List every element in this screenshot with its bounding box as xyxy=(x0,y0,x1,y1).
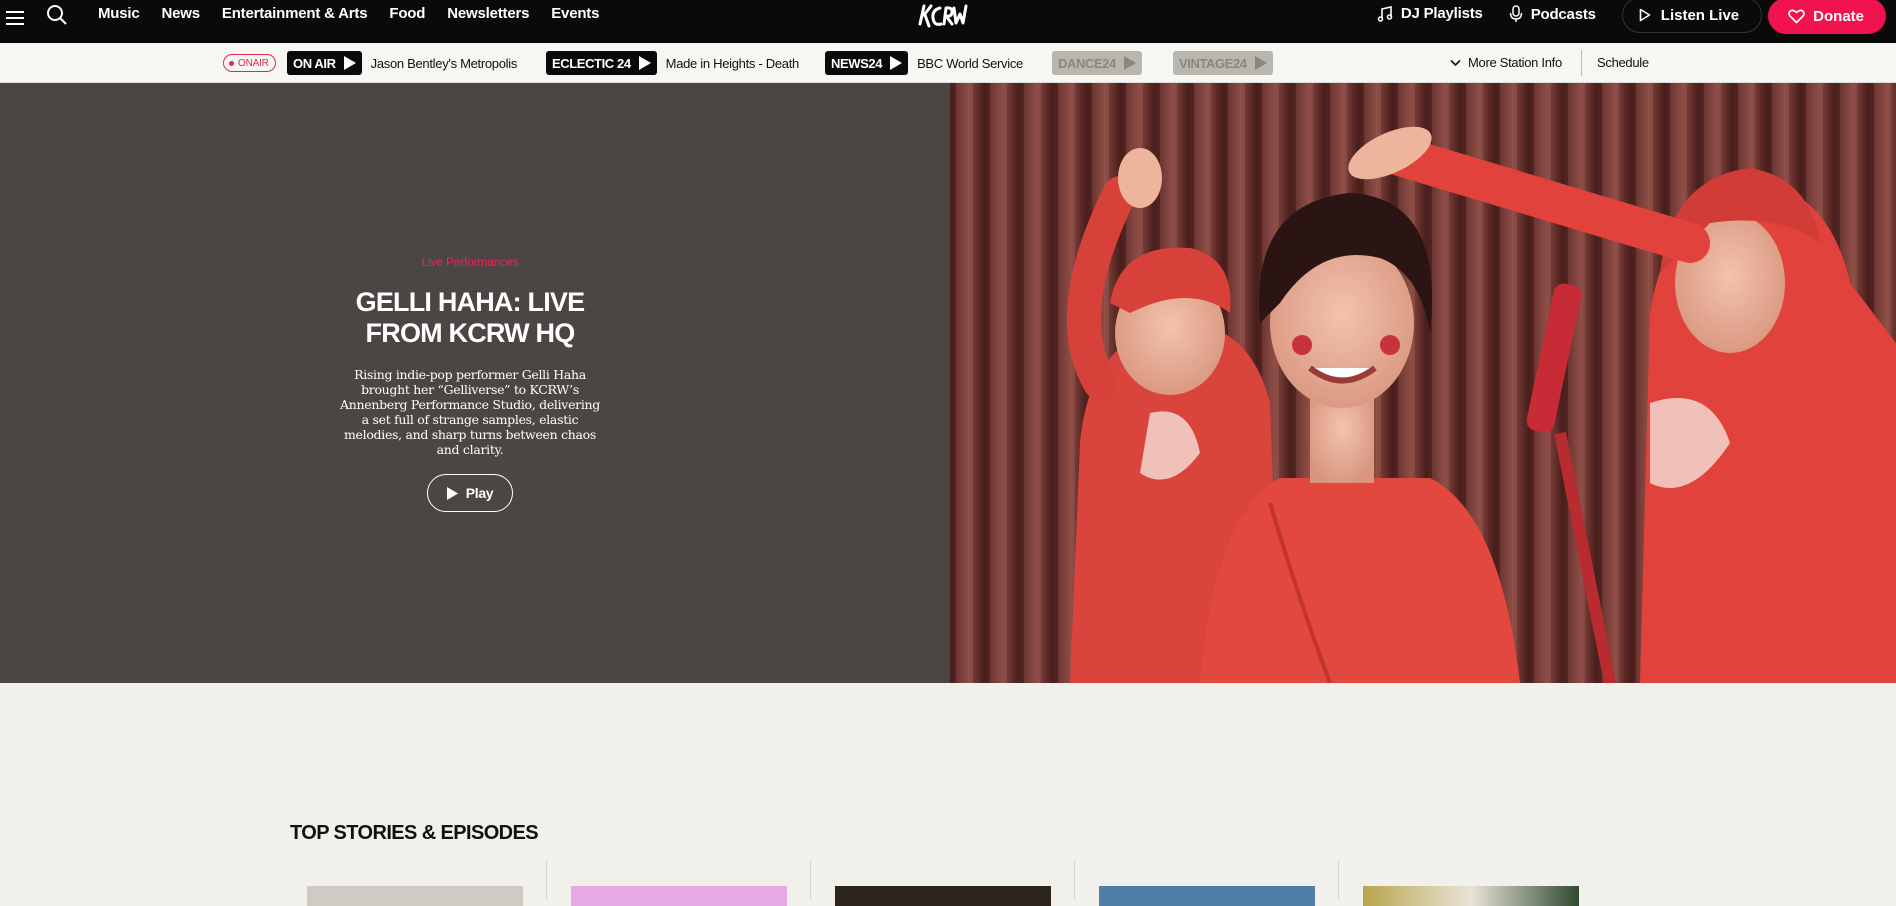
station-pill[interactable]: NEWS24 xyxy=(825,51,909,75)
station-pill[interactable]: DANCE24 xyxy=(1052,51,1142,75)
top-stories-heading: TOP STORIES & EPISODES xyxy=(290,822,539,844)
story-card-thumbnail[interactable] xyxy=(1099,886,1315,906)
hero-play-button[interactable]: Play xyxy=(427,474,513,512)
hero-title[interactable]: GELLI HAHA: LIVE FROM KCRW HQ xyxy=(320,287,620,349)
music-note-icon xyxy=(1377,5,1393,22)
station-name: DANCE24 xyxy=(1058,55,1116,71)
donate-button[interactable]: Donate xyxy=(1768,0,1886,34)
station-name: VINTAGE24 xyxy=(1179,55,1247,71)
search-icon[interactable] xyxy=(46,4,68,26)
hero-image[interactable] xyxy=(950,83,1896,683)
hero-category-link[interactable]: Live Performances xyxy=(0,255,940,269)
station-pill[interactable]: VINTAGE24 xyxy=(1173,51,1273,75)
utility-links: DJ Playlists Podcasts Listen Live Donate xyxy=(1377,0,1896,43)
divider xyxy=(546,860,547,900)
heart-icon xyxy=(1788,9,1806,23)
station-pill[interactable]: ON AIR xyxy=(287,51,362,75)
nav-link-news[interactable]: News xyxy=(162,5,201,22)
performers-photo xyxy=(950,83,1896,683)
station-name: ECLECTIC 24 xyxy=(552,55,631,71)
play-icon xyxy=(343,56,356,70)
play-icon xyxy=(1123,56,1136,70)
live-dot-icon xyxy=(229,60,234,66)
dj-playlists-link[interactable]: DJ Playlists xyxy=(1377,5,1483,22)
nav-link-entertainment-arts[interactable]: Entertainment & Arts xyxy=(222,5,368,22)
story-card-thumbnail[interactable] xyxy=(1363,886,1579,906)
play-icon xyxy=(890,56,903,70)
more-station-info-label: More Station Info xyxy=(1468,55,1562,70)
donate-label: Donate xyxy=(1813,7,1864,25)
hero-description: Rising indie-pop performer Gelli Haha br… xyxy=(340,367,600,457)
dj-playlists-label: DJ Playlists xyxy=(1400,5,1483,22)
story-card-thumbnail[interactable] xyxy=(307,886,523,906)
story-card-thumbnail[interactable] xyxy=(571,886,787,906)
podcasts-label: Podcasts xyxy=(1530,5,1596,23)
play-icon xyxy=(638,56,651,70)
listen-live-button[interactable]: Listen Live xyxy=(1621,0,1763,33)
station-name: NEWS24 xyxy=(831,55,883,71)
podcasts-link[interactable]: Podcasts xyxy=(1509,5,1596,23)
more-station-info-toggle[interactable]: More Station Info xyxy=(1450,55,1562,70)
station-dance24[interactable]: DANCE24 xyxy=(1052,51,1142,75)
divider xyxy=(1074,860,1075,900)
station-vintage24[interactable]: VINTAGE24 xyxy=(1173,51,1273,75)
station-pill[interactable]: ECLECTIC 24 xyxy=(546,51,657,75)
station-bar: ONAIR ON AIR Jason Bentley's Metropolis … xyxy=(0,43,1896,83)
station-track[interactable]: BBC World Service xyxy=(917,56,1023,71)
station-name: ON AIR xyxy=(293,55,336,71)
listen-live-label: Listen Live xyxy=(1660,6,1740,24)
onair-badge: ONAIR xyxy=(223,54,276,72)
station-eclectic24[interactable]: ECLECTIC 24 Made in Heights - Death xyxy=(546,51,799,75)
nav-link-music[interactable]: Music xyxy=(98,5,140,22)
menu-icon[interactable] xyxy=(6,7,24,27)
play-icon xyxy=(1254,56,1267,70)
divider xyxy=(1581,50,1582,76)
hero-play-label: Play xyxy=(465,485,494,501)
hero-panel: Live Performances GELLI HAHA: LIVE FROM … xyxy=(0,83,950,683)
schedule-link[interactable]: Schedule xyxy=(1597,55,1649,70)
top-navigation: Music News Entertainment & Arts Food New… xyxy=(0,0,1896,43)
divider xyxy=(810,860,811,900)
station-on-air[interactable]: ON AIR Jason Bentley's Metropolis xyxy=(287,51,517,75)
play-icon xyxy=(1639,8,1651,22)
divider xyxy=(1338,860,1339,900)
nav-link-newsletters[interactable]: Newsletters xyxy=(447,5,529,22)
nav-link-food[interactable]: Food xyxy=(389,5,425,22)
main-nav-links: Music News Entertainment & Arts Food New… xyxy=(98,5,621,22)
station-track[interactable]: Made in Heights - Death xyxy=(666,56,800,71)
microphone-icon xyxy=(1509,5,1522,22)
chevron-down-icon xyxy=(1450,59,1461,66)
nav-link-events[interactable]: Events xyxy=(551,5,599,22)
onair-badge-label: ONAIR xyxy=(238,57,269,69)
station-news24[interactable]: NEWS24 BBC World Service xyxy=(825,51,1023,75)
station-track[interactable]: Jason Bentley's Metropolis xyxy=(371,56,518,71)
story-card-thumbnail[interactable] xyxy=(835,886,1051,906)
play-icon xyxy=(446,486,458,500)
kcrw-logo-icon[interactable] xyxy=(916,0,968,32)
